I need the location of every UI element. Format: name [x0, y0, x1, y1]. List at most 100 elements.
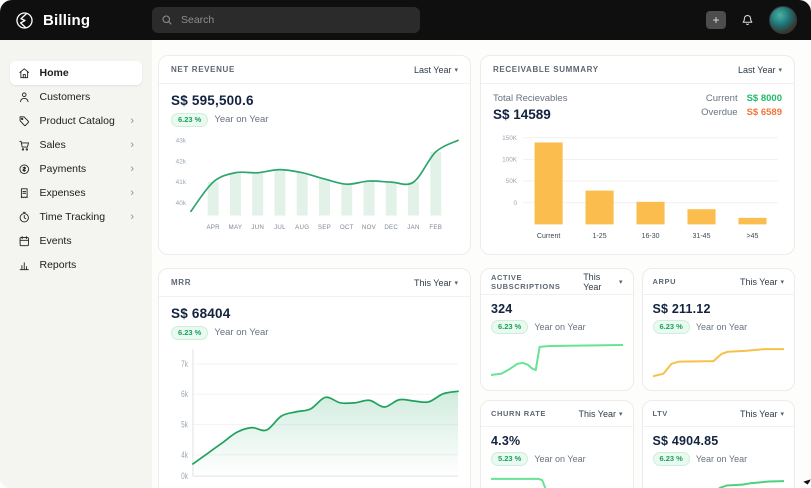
add-button[interactable]: + [706, 11, 726, 29]
churn-rate-value: 4.3% [491, 434, 623, 448]
svg-text:OCT: OCT [340, 223, 354, 230]
svg-text:5k: 5k [181, 419, 188, 429]
ltv-header: LTVThis Year▾ [643, 401, 795, 427]
sidebar-item-time-tracking[interactable]: Time Tracking › [10, 205, 142, 229]
chevron-down-icon: ▾ [780, 410, 784, 418]
svg-text:31-45: 31-45 [693, 231, 711, 240]
receivable-header: RECEIVABLE SUMMARY Last Year▾ [481, 56, 794, 84]
mrr-chart: 7k6k5k4k0kAPRMAYJUNJULAUGSEPOCTNOVDECJAN… [159, 340, 470, 488]
chevron-down-icon: ▾ [780, 278, 784, 286]
svg-text:NOV: NOV [362, 223, 377, 230]
current-label: Current [706, 93, 738, 104]
svg-text:APR: APR [206, 223, 220, 230]
svg-text:0: 0 [514, 200, 518, 207]
mouse-cursor-artifact [803, 479, 811, 488]
tag-icon [18, 115, 31, 128]
svg-text:7k: 7k [181, 358, 188, 368]
billing-logo-icon [14, 10, 35, 31]
dashboard: NET REVENUE Last Year▾ S$ 595,500.6 6.23… [152, 40, 811, 488]
chevron-right-icon: › [130, 188, 134, 199]
clock-icon [18, 211, 31, 224]
search-box[interactable] [152, 7, 420, 33]
churn-rate-header: CHURN RATEThis Year▾ [481, 401, 633, 427]
receipt-icon [18, 187, 31, 200]
mrr-kpi: S$ 68404 6.23 % Year on Year [159, 297, 470, 340]
sidebar-item-label: Payments [40, 163, 87, 175]
search-input[interactable] [179, 13, 411, 27]
total-receivables-label: Total Recievables [493, 93, 567, 104]
arpu-card: ARPUThis Year▾S$ 211.126.23 %Year on Yea… [642, 268, 796, 391]
chevron-right-icon: › [130, 212, 134, 223]
arpu-period-dropdown[interactable]: This Year▾ [740, 277, 784, 287]
sidebar-item-sales[interactable]: Sales › [10, 133, 142, 157]
sidebar-item-product-catalog[interactable]: Product Catalog› [10, 109, 142, 133]
ltv-badge: 6.23 % [653, 452, 690, 466]
sidebar-item-label: Product Catalog [40, 115, 115, 127]
user-avatar[interactable] [769, 6, 797, 34]
sidebar-item-events[interactable]: Events [10, 229, 142, 253]
sidebar-item-expenses[interactable]: Expenses › [10, 181, 142, 205]
sidebar-item-label: Sales [40, 139, 66, 151]
net-revenue-badge: 6.23 % [171, 113, 208, 127]
receivable-summary-card: RECEIVABLE SUMMARY Last Year▾ Total Reci… [480, 55, 795, 255]
net-revenue-value: S$ 595,500.6 [171, 93, 458, 108]
arpu-title: ARPU [653, 277, 677, 286]
active-subscriptions-period-dropdown[interactable]: This Year▾ [583, 272, 622, 292]
notifications-bell-icon[interactable] [740, 13, 755, 28]
chevron-right-icon: › [130, 140, 134, 151]
sidebar-item-label: Events [40, 235, 72, 247]
app-window: Billing + HomeCustomersProduct Catalog›S… [0, 0, 811, 488]
svg-text:42k: 42k [176, 158, 187, 165]
chevron-down-icon: ▾ [454, 279, 458, 287]
ltv-yoy-label: Year on Year [696, 454, 747, 464]
svg-text:0k: 0k [181, 470, 188, 480]
chevron-down-icon: ▾ [619, 278, 623, 286]
mrr-title: MRR [171, 278, 191, 287]
sidebar-item-home[interactable]: Home [10, 61, 142, 85]
arpu-value: S$ 211.12 [653, 302, 785, 316]
mrr-badge: 6.23 % [171, 326, 208, 340]
active-subscriptions-sparkline [481, 334, 633, 391]
svg-text:4k: 4k [181, 449, 188, 459]
total-receivables-value: S$ 14589 [493, 107, 567, 122]
net-revenue-header: NET REVENUE Last Year▾ [159, 56, 470, 84]
churn-rate-card: CHURN RATEThis Year▾4.3%5.23 %Year on Ye… [480, 400, 634, 488]
svg-text:40k: 40k [176, 199, 187, 206]
svg-text:AUG: AUG [295, 223, 309, 230]
receivable-period-dropdown[interactable]: Last Year▾ [738, 65, 782, 75]
net-revenue-card: NET REVENUE Last Year▾ S$ 595,500.6 6.23… [158, 55, 471, 255]
sidebar-item-label: Time Tracking [40, 211, 106, 223]
churn-rate-badge: 5.23 % [491, 452, 528, 466]
mrr-value: S$ 68404 [171, 306, 458, 321]
ltv-period-dropdown[interactable]: This Year▾ [740, 409, 784, 419]
mrr-period-dropdown[interactable]: This Year▾ [414, 278, 458, 288]
chevron-down-icon: ▾ [454, 66, 458, 74]
active-subscriptions-kpi: 3246.23 %Year on Year [481, 295, 633, 334]
churn-rate-period-dropdown[interactable]: This Year▾ [578, 409, 622, 419]
sidebar-item-label: Reports [40, 259, 77, 271]
sidebar-item-payments[interactable]: Payments› [10, 157, 142, 181]
person-icon [18, 91, 31, 104]
sidebar-item-label: Home [40, 67, 69, 79]
svg-text:JAN: JAN [407, 223, 420, 230]
net-revenue-title: NET REVENUE [171, 65, 235, 74]
kpi-small-cards: ACTIVE SUBSCRIPTIONSThis Year▾3246.23 %Y… [480, 268, 795, 488]
topbar-actions: + [706, 6, 797, 34]
sidebar: HomeCustomersProduct Catalog›Sales›Payme… [0, 40, 152, 488]
net-revenue-period-dropdown[interactable]: Last Year▾ [414, 65, 458, 75]
active-subscriptions-card: ACTIVE SUBSCRIPTIONSThis Year▾3246.23 %Y… [480, 268, 634, 391]
mrr-card: MRR This Year▾ S$ 68404 6.23 % Year on Y… [158, 268, 471, 488]
receivable-kpi: Total Recievables S$ 14589 Current S$ 80… [481, 84, 794, 122]
svg-text:>45: >45 [747, 231, 759, 240]
sidebar-item-customers[interactable]: Customers [10, 85, 142, 109]
svg-text:43k: 43k [176, 137, 187, 144]
active-subscriptions-value: 324 [491, 302, 623, 316]
sidebar-item-reports[interactable]: Reports [10, 253, 142, 277]
sidebar-item-label: Customers [40, 91, 91, 103]
ltv-kpi: S$ 4904.856.23 %Year on Year [643, 427, 795, 466]
receivable-chart: 150K100K50K0Current1-2516-3031-45>45 [481, 122, 794, 254]
sidebar-item-label: Expenses [40, 187, 86, 199]
ltv-card: LTVThis Year▾S$ 4904.856.23 %Year on Yea… [642, 400, 796, 488]
net-revenue-chart: 43k42k41k40kAPRMAYJUNJULAUGSEPOCTNOVDECJ… [159, 127, 470, 255]
coin-icon [18, 163, 31, 176]
